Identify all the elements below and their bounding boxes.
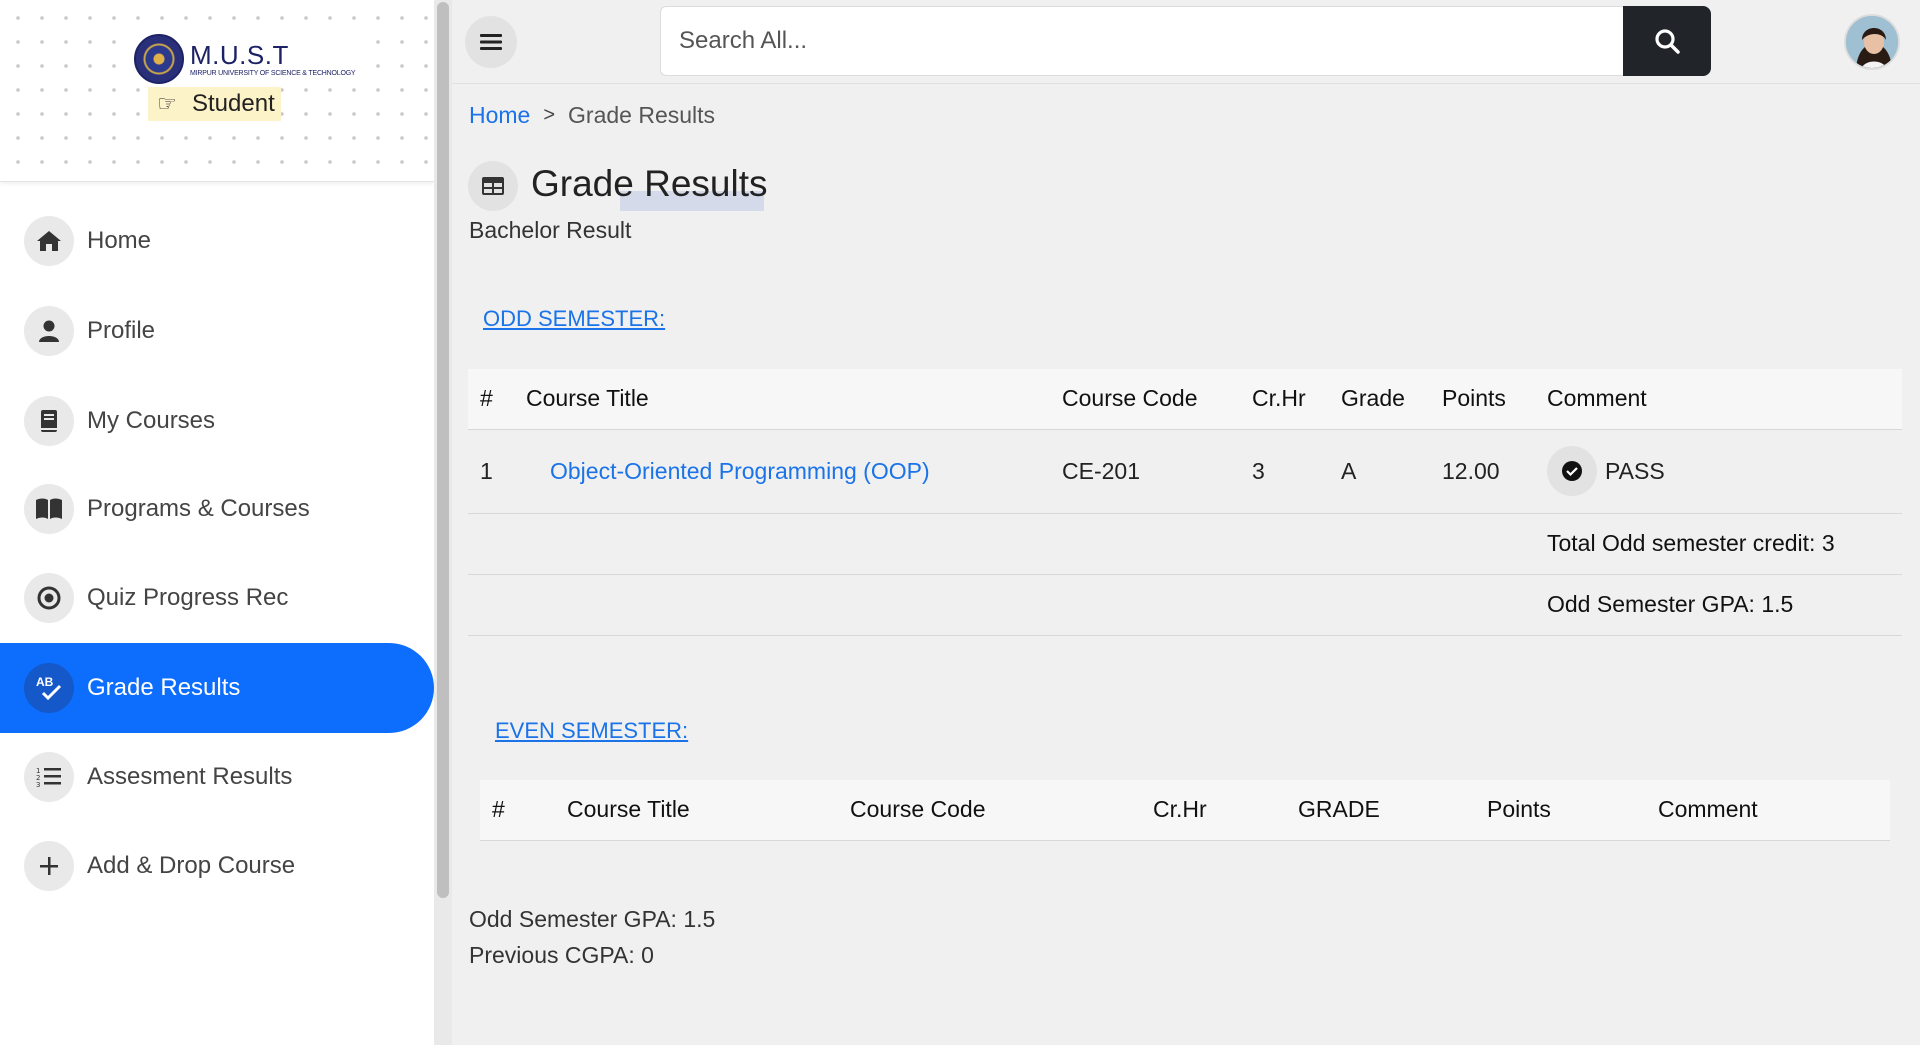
university-logo[interactable]: M.U.S.T MIRPUR UNIVERSITY OF SCIENCE & T… [134,34,360,84]
list-icon: 123 [24,752,74,802]
column-header: Course Title [514,369,1050,430]
sidebar-item-label: Assesment Results [87,763,293,790]
sidebar-item-home[interactable]: Home [0,196,434,286]
comment-cell: PASS [1535,429,1902,514]
sidebar-item-label: Home [87,227,152,254]
sidebar-item-programs-courses[interactable]: Programs & Courses [0,464,434,554]
total-credit-row: Total Odd semester credit: 3 [468,513,1902,575]
table-row: 1 Object-Oriented Programming (OOP) CE-2… [468,429,1902,514]
user-icon [24,306,74,356]
sidebar-item-label: My Courses [87,407,216,434]
total-credit: Total Odd semester credit: 3 [1535,513,1902,575]
sidebar-item-profile[interactable]: Profile [0,286,434,376]
row-number: 1 [468,429,514,514]
column-header: Points [1430,369,1535,430]
sidebar-item-label: Grade Results [87,674,241,701]
course-code: CE-201 [1050,429,1240,514]
sidebar-item-assessment-results[interactable]: 123 Assesment Results [0,732,434,822]
logo-area: M.U.S.T MIRPUR UNIVERSITY OF SCIENCE & T… [0,0,434,182]
book-icon [24,396,74,446]
sidebar: M.U.S.T MIRPUR UNIVERSITY OF SCIENCE & T… [0,0,434,1045]
hamburger-icon [480,34,502,50]
sidebar-item-label: Add & Drop Course [87,852,296,879]
home-icon [24,216,74,266]
search-input[interactable] [660,6,1623,76]
sidebar-item-grade-results[interactable]: AB Grade Results [0,643,434,733]
even-semester-table: # Course Title Course Code Cr.Hr GRADE P… [480,780,1890,841]
table-icon [468,161,518,211]
table-header-row: # Course Title Course Code Cr.Hr GRADE P… [480,780,1890,841]
empty-cell [468,513,1535,575]
sidebar-scrollbar[interactable] [434,0,452,1045]
comment-text: PASS [1605,457,1665,484]
sidebar-item-my-courses[interactable]: My Courses [0,376,434,466]
scrollbar-thumb[interactable] [437,2,449,898]
odd-semester-gpa: Odd Semester GPA: 1.5 [1535,574,1902,636]
pass-status: PASS [1547,446,1902,496]
search-button[interactable] [1623,6,1711,76]
column-header: Course Title [555,780,838,841]
target-icon [24,573,74,623]
open-book-icon [24,484,74,534]
grade: A [1329,429,1430,514]
credit-hours: 3 [1240,429,1329,514]
column-header: Comment [1535,369,1902,430]
svg-text:3: 3 [36,781,40,788]
course-title-cell: Object-Oriented Programming (OOP) [514,429,1050,514]
check-circle-icon [1547,446,1597,496]
gpa-row: Odd Semester GPA: 1.5 [468,574,1902,636]
sidebar-item-label: Quiz Progress Rec [87,584,289,611]
column-header: Points [1475,780,1646,841]
breadcrumb: Home > Grade Results [469,102,715,129]
column-header: Comment [1646,780,1890,841]
even-semester-link[interactable]: EVEN SEMESTER: [495,718,688,744]
column-header: Grade [1329,369,1430,430]
summary-cgpa: Previous CGPA: 0 [469,942,654,968]
column-header: Course Code [1050,369,1240,430]
column-header: # [468,369,514,430]
logo-subtitle: MIRPUR UNIVERSITY OF SCIENCE & TECHNOLOG… [190,69,356,77]
user-avatar[interactable] [1844,14,1900,70]
role-badge: ☞ Student [148,87,281,121]
column-header: Course Code [838,780,1141,841]
logo-name: M.U.S.T [190,39,289,70]
breadcrumb-current: Grade Results [568,102,716,128]
column-header: Cr.Hr [1141,780,1286,841]
page-title: Grade Results [531,163,768,204]
logo-text: M.U.S.T MIRPUR UNIVERSITY OF SCIENCE & T… [190,39,356,78]
summary-gpa: Odd Semester GPA: 1.5 [469,906,716,932]
role-label: Student [192,90,275,117]
points: 12.00 [1430,429,1535,514]
svg-text:AB: AB [36,675,54,689]
course-title-link[interactable]: Object-Oriented Programming (OOP) [550,458,930,484]
column-header: Cr.Hr [1240,369,1329,430]
odd-semester-link[interactable]: ODD SEMESTER: [483,306,665,332]
odd-semester-table: # Course Title Course Code Cr.Hr Grade P… [468,369,1902,636]
pointing-hand-icon: ☞ [157,91,177,116]
plus-icon [24,841,74,891]
table-header-row: # Course Title Course Code Cr.Hr Grade P… [468,369,1902,430]
grade-icon: AB [24,663,74,713]
sidebar-item-label: Profile [87,317,156,344]
column-header: # [480,780,555,841]
column-header: GRADE [1286,780,1475,841]
sidebar-item-add-drop-course[interactable]: Add & Drop Course [0,821,434,911]
sidebar-item-label: Programs & Courses [87,495,310,522]
empty-cell [468,574,1535,636]
page-subtitle: Bachelor Result [469,217,632,243]
search-icon [1655,29,1680,54]
breadcrumb-home-link[interactable]: Home [469,102,530,129]
menu-toggle-button[interactable] [465,16,517,68]
breadcrumb-separator: > [543,104,556,126]
sidebar-item-quiz-progress[interactable]: Quiz Progress Rec [0,553,434,643]
university-emblem-icon [134,34,184,84]
